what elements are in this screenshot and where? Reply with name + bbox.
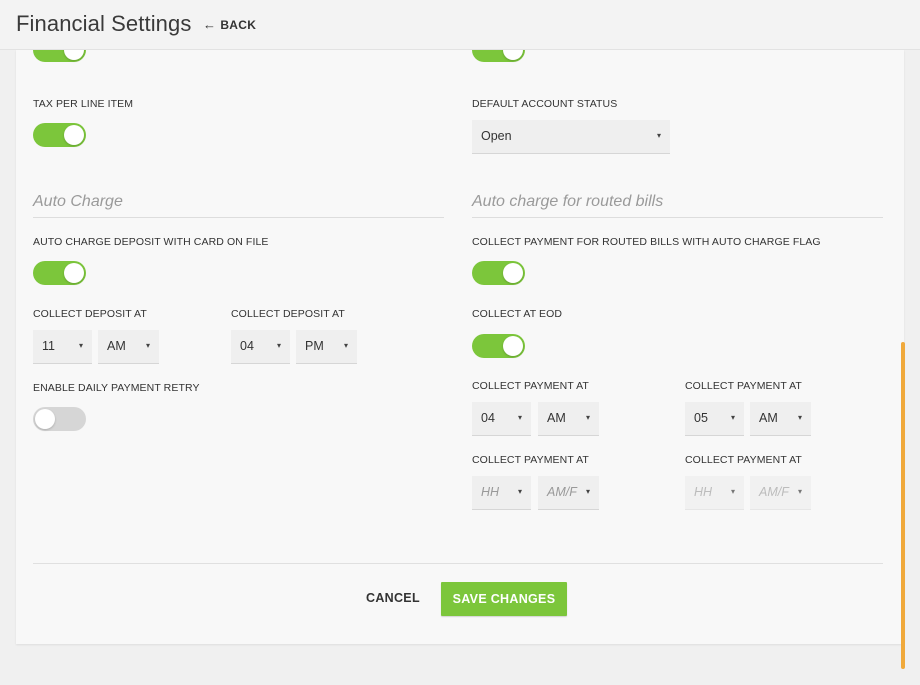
collect-at-eod-label: COLLECT AT EOD — [472, 308, 563, 320]
toggle-knob — [64, 263, 84, 283]
toggle-scrolled-right[interactable] — [472, 50, 525, 62]
collect-deposit-hour-select[interactable]: 04 ▾ — [231, 330, 290, 364]
collect-payment-hour-select[interactable]: 04 ▾ — [472, 402, 531, 436]
chevron-down-icon: ▾ — [797, 413, 802, 422]
select-placeholder: HH — [481, 485, 500, 499]
default-account-status-value: Open — [481, 129, 512, 143]
chevron-down-icon: ▾ — [78, 341, 83, 350]
back-label: BACK — [220, 18, 257, 32]
chevron-down-icon: ▾ — [656, 131, 661, 140]
settings-card: TAX PER LINE ITEM DEFAULT ACCOUNT STATUS… — [16, 50, 904, 644]
page-title: Financial Settings — [16, 11, 192, 36]
section-divider — [33, 217, 444, 218]
collect-payment-flag-toggle[interactable] — [472, 261, 525, 285]
collect-payment-at-label: COLLECT PAYMENT AT — [685, 380, 802, 392]
select-placeholder: AM/F — [547, 485, 577, 499]
collect-deposit-period-select[interactable]: PM ▾ — [296, 330, 357, 364]
collect-payment-period-select-disabled: AM/F ▾ — [750, 476, 811, 510]
collect-payment-hour-select[interactable]: HH ▾ — [472, 476, 531, 510]
chevron-down-icon: ▾ — [730, 487, 735, 496]
select-value: 05 — [694, 411, 708, 425]
toggle-scrolled-left[interactable] — [33, 50, 86, 62]
chevron-down-icon: ▾ — [730, 413, 735, 422]
collect-deposit-at-label: COLLECT DEPOSIT AT — [33, 308, 147, 320]
top-bar: Financial Settings ← BACK — [0, 0, 920, 50]
collect-deposit-period-select[interactable]: AM ▾ — [98, 330, 159, 364]
select-placeholder: HH — [694, 485, 713, 499]
auto-charge-heading: Auto Charge — [33, 193, 123, 210]
collect-payment-flag-label: COLLECT PAYMENT FOR ROUTED BILLS WITH AU… — [472, 236, 821, 248]
collect-payment-at-label: COLLECT PAYMENT AT — [685, 454, 802, 466]
collect-at-eod-toggle[interactable] — [472, 334, 525, 358]
chevron-down-icon: ▾ — [343, 341, 348, 350]
select-value: 04 — [481, 411, 495, 425]
collect-payment-at-label: COLLECT PAYMENT AT — [472, 454, 589, 466]
select-value: AM — [759, 411, 778, 425]
chevron-down-icon: ▾ — [585, 413, 590, 422]
chevron-down-icon: ▾ — [276, 341, 281, 350]
collect-payment-period-select[interactable]: AM/F ▾ — [538, 476, 599, 510]
scrollbar-thumb[interactable] — [901, 342, 905, 669]
chevron-down-icon: ▾ — [517, 487, 522, 496]
toggle-knob — [64, 50, 84, 60]
collect-payment-hour-select-disabled: HH ▾ — [685, 476, 744, 510]
save-changes-button[interactable]: SAVE CHANGES — [441, 582, 567, 616]
chevron-down-icon: ▾ — [585, 487, 590, 496]
select-value: AM — [547, 411, 566, 425]
footer-divider — [33, 563, 883, 564]
collect-payment-period-select[interactable]: AM ▾ — [750, 402, 811, 436]
chevron-down-icon: ▾ — [797, 487, 802, 496]
collect-payment-period-select[interactable]: AM ▾ — [538, 402, 599, 436]
cancel-button[interactable]: CANCEL — [366, 591, 420, 605]
routed-bills-heading: Auto charge for routed bills — [472, 193, 664, 210]
back-link[interactable]: ← BACK — [203, 17, 256, 32]
chevron-down-icon: ▾ — [517, 413, 522, 422]
default-account-status-label: DEFAULT ACCOUNT STATUS — [472, 98, 618, 110]
daily-retry-toggle[interactable] — [33, 407, 86, 431]
back-arrow-icon: ← — [203, 17, 217, 32]
toggle-knob — [503, 263, 523, 283]
toggle-knob — [35, 409, 55, 429]
toggle-knob — [503, 50, 523, 60]
select-value: PM — [305, 339, 324, 353]
collect-deposit-at-label: COLLECT DEPOSIT AT — [231, 308, 345, 320]
collect-payment-at-label: COLLECT PAYMENT AT — [472, 380, 589, 392]
default-account-status-select[interactable]: Open ▾ — [472, 120, 670, 154]
collect-deposit-hour-select[interactable]: 11 ▾ — [33, 330, 92, 364]
select-value: 04 — [240, 339, 254, 353]
toggle-knob — [64, 125, 84, 145]
toggle-knob — [503, 336, 523, 356]
section-divider — [472, 217, 883, 218]
select-value: AM — [107, 339, 126, 353]
deposit-with-card-toggle[interactable] — [33, 261, 86, 285]
deposit-with-card-label: AUTO CHARGE DEPOSIT WITH CARD ON FILE — [33, 236, 269, 248]
tax-per-line-item-label: TAX PER LINE ITEM — [33, 98, 134, 110]
chevron-down-icon: ▾ — [145, 341, 150, 350]
tax-per-line-item-toggle[interactable] — [33, 123, 86, 147]
collect-payment-hour-select[interactable]: 05 ▾ — [685, 402, 744, 436]
select-value: 11 — [42, 339, 55, 353]
select-placeholder: AM/F — [759, 485, 789, 499]
daily-retry-label: ENABLE DAILY PAYMENT RETRY — [33, 382, 200, 394]
